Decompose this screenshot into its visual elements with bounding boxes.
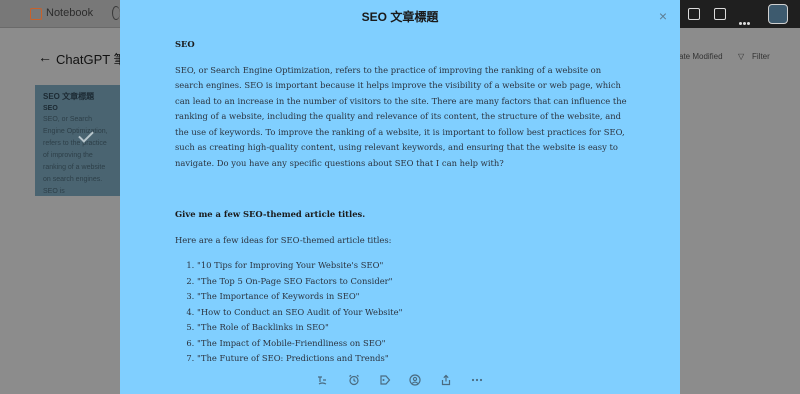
note-card-subtitle: SEO	[43, 105, 58, 112]
filter-icon[interactable]: ▽	[738, 52, 744, 61]
search-icon[interactable]	[112, 6, 120, 20]
list-item: "10 Tips for Improving Your Website's SE…	[197, 258, 630, 274]
note-card-preview: SEO, or Search Engine Optimization, refe…	[43, 116, 108, 195]
list-item: "The Impact of Mobile-Friendliness on SE…	[197, 336, 630, 352]
modal-title: SEO 文章標題	[361, 10, 439, 24]
note-card[interactable]: SEO 文章標題 SEO SEO, or Search Engine Optim…	[35, 85, 121, 196]
notebook-logo-icon	[30, 8, 42, 20]
title-list: "10 Tips for Improving Your Website's SE…	[175, 258, 630, 367]
checkbox-icon[interactable]	[714, 8, 726, 20]
camera-icon[interactable]	[688, 8, 700, 20]
question-2: Give me a few SEO-themed article titles.	[175, 209, 366, 219]
close-icon[interactable]: ×	[655, 8, 671, 24]
modal-toolbar	[120, 366, 680, 394]
more-options-icon[interactable]	[471, 374, 483, 386]
answer-1: SEO, or Search Engine Optimization, refe…	[175, 64, 627, 168]
list-item: "The Importance of Keywords in SEO"	[197, 289, 630, 305]
list-item: "How to Conduct an SEO Audit of Your Web…	[197, 305, 630, 321]
list-item: "The Top 5 On-Page SEO Factors to Consid…	[197, 274, 630, 290]
note-card-title: SEO 文章標題	[43, 92, 95, 101]
list-item: "The Role of Backlinks in SEO"	[197, 320, 630, 336]
more-icon[interactable]	[739, 12, 751, 25]
app-name[interactable]: Notebook	[46, 7, 93, 19]
sort-button[interactable]: ate Modified	[679, 52, 723, 61]
question-1: SEO	[175, 39, 195, 49]
note-content: SEO SEO, or Search Engine Optimization, …	[175, 37, 630, 367]
answer-2-intro: Here are a few ideas for SEO-themed arti…	[175, 234, 392, 245]
text-format-icon[interactable]	[316, 374, 328, 386]
tag-icon[interactable]	[379, 374, 391, 386]
back-arrow-icon[interactable]: ←	[38, 49, 52, 65]
page-heading: ChatGPT 筆	[56, 52, 127, 67]
note-viewer-modal: SEO 文章標題 × SEO SEO, or Search Engine Opt…	[120, 0, 680, 394]
list-item: "The Future of SEO: Predictions and Tren…	[197, 351, 630, 367]
share-icon[interactable]	[440, 374, 452, 386]
filter-button[interactable]: Filter	[752, 52, 770, 61]
avatar[interactable]	[768, 4, 788, 24]
share-contact-icon[interactable]	[409, 374, 421, 386]
alarm-clock-icon[interactable]	[348, 374, 360, 386]
